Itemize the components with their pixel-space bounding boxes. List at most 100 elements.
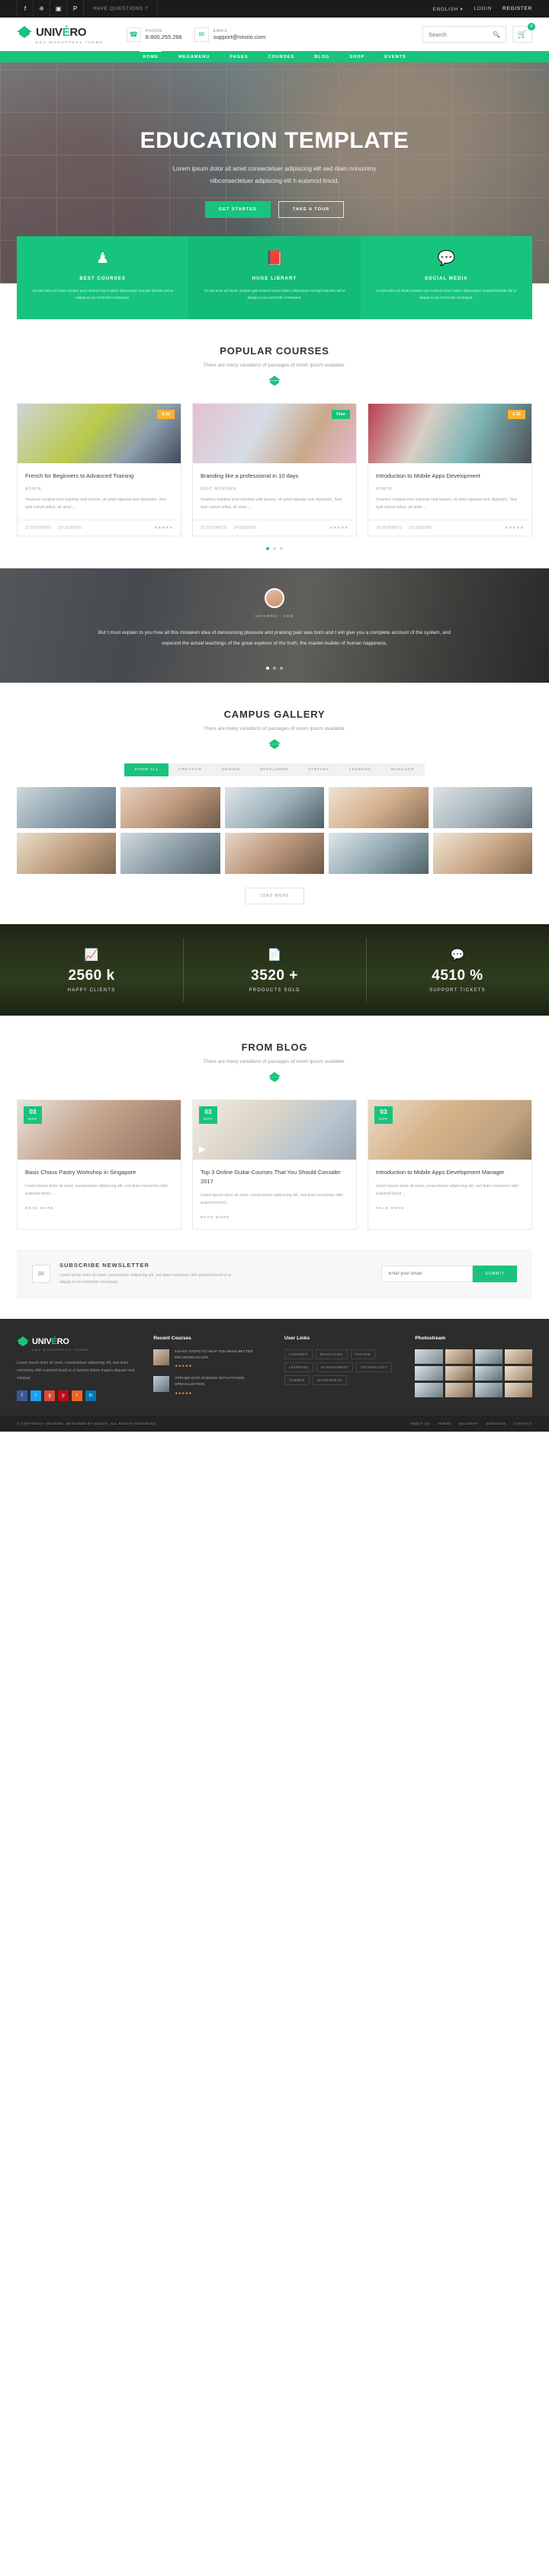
facebook-icon[interactable]: f <box>17 0 34 18</box>
play-icon[interactable] <box>199 1146 205 1154</box>
blog-card[interactable]: 03 NOV Top 3 Online Guitar Courses That … <box>192 1099 357 1230</box>
feature-best-courses[interactable]: ♟ BEST COURSES Ut wisi enim ad minim ven… <box>17 236 189 320</box>
course-title[interactable]: Introduction to Mobile Apps Development <box>376 472 524 481</box>
recent-course-item[interactable]: APPLIED DATA SCIENCE WITH PYTHON SPECIAL… <box>153 1376 271 1395</box>
gallery-item[interactable] <box>329 787 429 829</box>
nav-item-events[interactable]: EVENTS <box>384 55 406 59</box>
cart-button[interactable]: 🛒 0 <box>512 23 535 43</box>
filter-fantasy[interactable]: FANTASY <box>298 763 340 777</box>
read-more-link[interactable]: READ MORE <box>25 1207 173 1211</box>
filter-lessons[interactable]: LESSONS <box>339 763 382 777</box>
carousel-dot[interactable] <box>266 547 269 551</box>
nav-item-blog[interactable]: BLOG <box>314 55 329 59</box>
language-selector[interactable]: ENGLISH ▾ <box>433 6 464 12</box>
nav-item-shop[interactable]: SHOP <box>349 55 364 59</box>
pinterest-icon[interactable]: P <box>67 0 84 18</box>
read-more-link[interactable]: READ MORE <box>201 1216 348 1220</box>
photostream-item[interactable] <box>474 1365 502 1381</box>
carousel-dot[interactable] <box>273 547 276 551</box>
courses-carousel-dots[interactable] <box>0 536 549 551</box>
recent-course-item[interactable]: 5 EASY STEPS TO HELP YOU MAKE BETTER DEC… <box>153 1349 271 1368</box>
photostream-item[interactable] <box>445 1365 473 1381</box>
carousel-dot[interactable] <box>280 667 283 670</box>
email-field[interactable] <box>381 1266 474 1283</box>
photostream-item[interactable] <box>415 1349 443 1364</box>
have-questions-label[interactable]: HAVE QUESTIONS ? <box>84 0 159 18</box>
search-icon[interactable]: 🔍 <box>493 31 500 38</box>
blog-title[interactable]: Basic Choux Pastry Workshop in Singapore <box>25 1168 173 1177</box>
take-a-tour-button[interactable]: TAKE A TOUR <box>278 201 345 218</box>
tag-item[interactable]: MANAGEMENT <box>316 1362 354 1372</box>
search-box[interactable]: 🔍 <box>422 26 506 43</box>
footer-link-delivery[interactable]: DELIVERY <box>459 1422 479 1426</box>
footer-link-services[interactable]: SERVICES <box>486 1422 506 1426</box>
read-more-link[interactable]: READ MORE <box>376 1207 524 1211</box>
feature-social-media[interactable]: 💬 SOCIAL MEDIA Ut wisi enim ad minim ven… <box>360 236 532 320</box>
photostream-item[interactable] <box>504 1349 532 1364</box>
get-started-button[interactable]: GET STARTED <box>204 201 271 218</box>
twitter-icon[interactable]: ❈ <box>34 0 50 18</box>
course-card[interactable]: $ 35 Introduction to Mobile Apps Develop… <box>368 403 532 537</box>
tag-item[interactable]: FUTURE <box>350 1349 376 1359</box>
gallery-item[interactable] <box>17 833 117 875</box>
load-more-button[interactable]: LOAD MORE <box>245 888 304 905</box>
photostream-item[interactable] <box>445 1349 473 1364</box>
register-link[interactable]: REGISTER <box>502 6 532 11</box>
pinterest-icon[interactable]: p <box>58 1390 69 1401</box>
login-link[interactable]: LOGIN <box>474 6 492 11</box>
filter-creative[interactable]: CREATIVE <box>169 763 212 777</box>
logo[interactable]: UNIVÉRO EDU WORDPRESS THEME <box>17 24 104 44</box>
linkedin-icon[interactable]: in <box>85 1390 96 1401</box>
google-icon[interactable]: g <box>44 1390 55 1401</box>
footer-link-terms[interactable]: TERMS <box>438 1422 451 1426</box>
gallery-item[interactable] <box>432 787 532 829</box>
nav-item-pages[interactable]: PAGES <box>230 55 248 59</box>
footer-link-about-us[interactable]: ABOUT US <box>410 1422 430 1426</box>
gallery-item[interactable] <box>224 787 325 829</box>
filter-developer[interactable]: DEVELOPER <box>249 763 299 777</box>
gallery-item[interactable] <box>224 833 325 875</box>
photostream-item[interactable] <box>415 1382 443 1397</box>
twitter-icon[interactable]: t <box>30 1390 41 1401</box>
nav-item-home[interactable]: HOME <box>140 50 162 59</box>
photostream-item[interactable] <box>474 1349 502 1364</box>
rss-icon[interactable]: r <box>72 1390 82 1401</box>
recent-course-title[interactable]: 5 EASY STEPS TO HELP YOU MAKE BETTER DEC… <box>175 1349 271 1362</box>
filter-show-all[interactable]: SHOW ALL <box>124 763 169 777</box>
tag-item[interactable]: TECHNOLOGY <box>356 1362 393 1372</box>
photostream-item[interactable] <box>474 1382 502 1397</box>
gallery-item[interactable] <box>329 833 429 875</box>
course-title[interactable]: French for Beginners to Advanced Trainin… <box>25 472 173 481</box>
blog-title[interactable]: Top 3 Online Guitar Courses That You Sho… <box>201 1168 348 1186</box>
testimonial-carousel-dots[interactable] <box>266 656 283 670</box>
course-card[interactable]: Free Branding like a professional in 10 … <box>192 403 357 537</box>
gallery-item[interactable] <box>17 787 117 829</box>
blog-card[interactable]: 03 NOV Basic Choux Pastry Workshop in Si… <box>17 1099 181 1230</box>
blog-title[interactable]: Introduction to Mobile Apps Development … <box>376 1168 524 1177</box>
carousel-dot[interactable] <box>266 667 269 670</box>
photostream-item[interactable] <box>415 1365 443 1381</box>
gallery-item[interactable] <box>432 833 532 875</box>
course-card[interactable]: $ 20 French for Beginners to Advanced Tr… <box>17 403 181 537</box>
instagram-icon[interactable]: ▣ <box>50 0 67 18</box>
search-input[interactable] <box>429 30 493 38</box>
carousel-dot[interactable] <box>280 547 283 551</box>
carousel-dot[interactable] <box>273 667 276 670</box>
submit-button[interactable]: SUBMIT <box>473 1266 517 1283</box>
tag-item[interactable]: COURSES <box>284 1349 313 1359</box>
gallery-item[interactable] <box>120 787 220 829</box>
recent-course-title[interactable]: APPLIED DATA SCIENCE WITH PYTHON SPECIAL… <box>175 1376 271 1388</box>
tag-item[interactable]: WORDPRESS <box>312 1374 347 1385</box>
tag-item[interactable]: LEARNING <box>284 1362 314 1372</box>
tag-item[interactable]: EDUCATION <box>315 1349 348 1359</box>
blog-card[interactable]: 03 NOV Introduction to Mobile Apps Devel… <box>368 1099 532 1230</box>
nav-item-megamenu[interactable]: MEGAMENU <box>178 55 210 59</box>
photostream-item[interactable] <box>445 1382 473 1397</box>
photostream-item[interactable] <box>504 1365 532 1381</box>
filter-manager[interactable]: MANAGER <box>381 763 425 777</box>
course-title[interactable]: Branding like a professional in 10 days <box>201 472 348 481</box>
photostream-item[interactable] <box>504 1382 532 1397</box>
filter-design[interactable]: DESIGN <box>212 763 250 777</box>
nav-item-courses[interactable]: COURSES <box>268 55 295 59</box>
facebook-icon[interactable]: f <box>17 1390 27 1401</box>
